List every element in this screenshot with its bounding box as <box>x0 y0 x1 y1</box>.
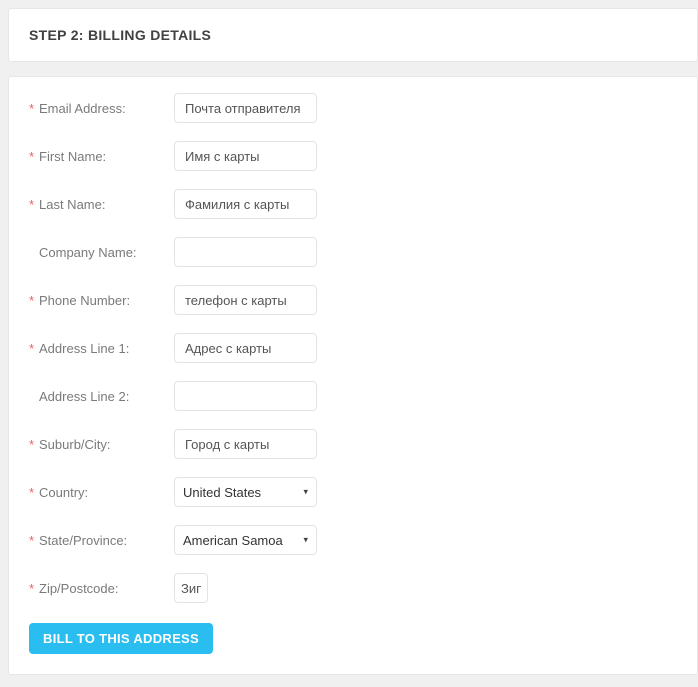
first-name-input[interactable] <box>174 141 317 171</box>
form-row-last-name: * Last Name: <box>29 189 677 219</box>
required-asterisk: * <box>29 485 39 500</box>
form-row-address-line-1: * Address Line 1: <box>29 333 677 363</box>
first-name-label: * First Name: <box>29 149 174 164</box>
required-asterisk: * <box>29 101 39 116</box>
form-row-suburb-city: * Suburb/City: <box>29 429 677 459</box>
form-row-phone-number: * Phone Number: <box>29 285 677 315</box>
state-province-label: * State/Province: <box>29 533 174 548</box>
company-name-input[interactable] <box>174 237 317 267</box>
form-row-email: * Email Address: <box>29 93 677 123</box>
field-label-text: State/Province: <box>39 533 127 548</box>
suburb-city-label: * Suburb/City: <box>29 437 174 452</box>
address-line-1-label: * Address Line 1: <box>29 341 174 356</box>
required-asterisk <box>29 245 39 260</box>
field-label-text: Address Line 1: <box>39 341 129 356</box>
phone-number-input[interactable] <box>174 285 317 315</box>
field-label-text: Address Line 2: <box>39 389 129 404</box>
country-select-wrap: United States ▾ <box>174 477 317 507</box>
field-label-text: First Name: <box>39 149 106 164</box>
form-row-zip-postcode: * Zip/Postcode: <box>29 573 677 603</box>
state-province-select-wrap: American Samoa ▾ <box>174 525 317 555</box>
email-label: * Email Address: <box>29 101 174 116</box>
field-label-text: Last Name: <box>39 197 105 212</box>
field-label-text: Zip/Postcode: <box>39 581 119 596</box>
required-asterisk: * <box>29 581 39 596</box>
form-row-address-line-2: Address Line 2: <box>29 381 677 411</box>
company-name-label: Company Name: <box>29 245 174 260</box>
required-asterisk: * <box>29 293 39 308</box>
form-row-first-name: * First Name: <box>29 141 677 171</box>
required-asterisk: * <box>29 341 39 356</box>
last-name-input[interactable] <box>174 189 317 219</box>
field-label-text: Country: <box>39 485 88 500</box>
last-name-label: * Last Name: <box>29 197 174 212</box>
required-asterisk <box>29 389 39 404</box>
address-line-2-label: Address Line 2: <box>29 389 174 404</box>
state-province-select[interactable]: American Samoa <box>174 525 317 555</box>
field-label-text: Suburb/City: <box>39 437 111 452</box>
suburb-city-input[interactable] <box>174 429 317 459</box>
billing-details-form: * Email Address: * First Name: * Last Na… <box>8 76 698 675</box>
country-label: * Country: <box>29 485 174 500</box>
field-label-text: Email Address: <box>39 101 126 116</box>
billing-details-header: STEP 2: BILLING DETAILS <box>8 8 698 62</box>
email-input[interactable] <box>174 93 317 123</box>
required-asterisk: * <box>29 149 39 164</box>
form-row-state-province: * State/Province: American Samoa ▾ <box>29 525 677 555</box>
address-line-2-input[interactable] <box>174 381 317 411</box>
bill-to-this-address-button[interactable]: BILL TO THIS ADDRESS <box>29 623 213 654</box>
required-asterisk: * <box>29 437 39 452</box>
field-label-text: Company Name: <box>39 245 137 260</box>
zip-postcode-label: * Zip/Postcode: <box>29 581 174 596</box>
phone-number-label: * Phone Number: <box>29 293 174 308</box>
zip-postcode-input[interactable] <box>174 573 208 603</box>
form-row-country: * Country: United States ▾ <box>29 477 677 507</box>
required-asterisk: * <box>29 533 39 548</box>
page-title: STEP 2: BILLING DETAILS <box>29 27 211 43</box>
country-select[interactable]: United States <box>174 477 317 507</box>
address-line-1-input[interactable] <box>174 333 317 363</box>
field-label-text: Phone Number: <box>39 293 130 308</box>
form-row-company-name: Company Name: <box>29 237 677 267</box>
required-asterisk: * <box>29 197 39 212</box>
